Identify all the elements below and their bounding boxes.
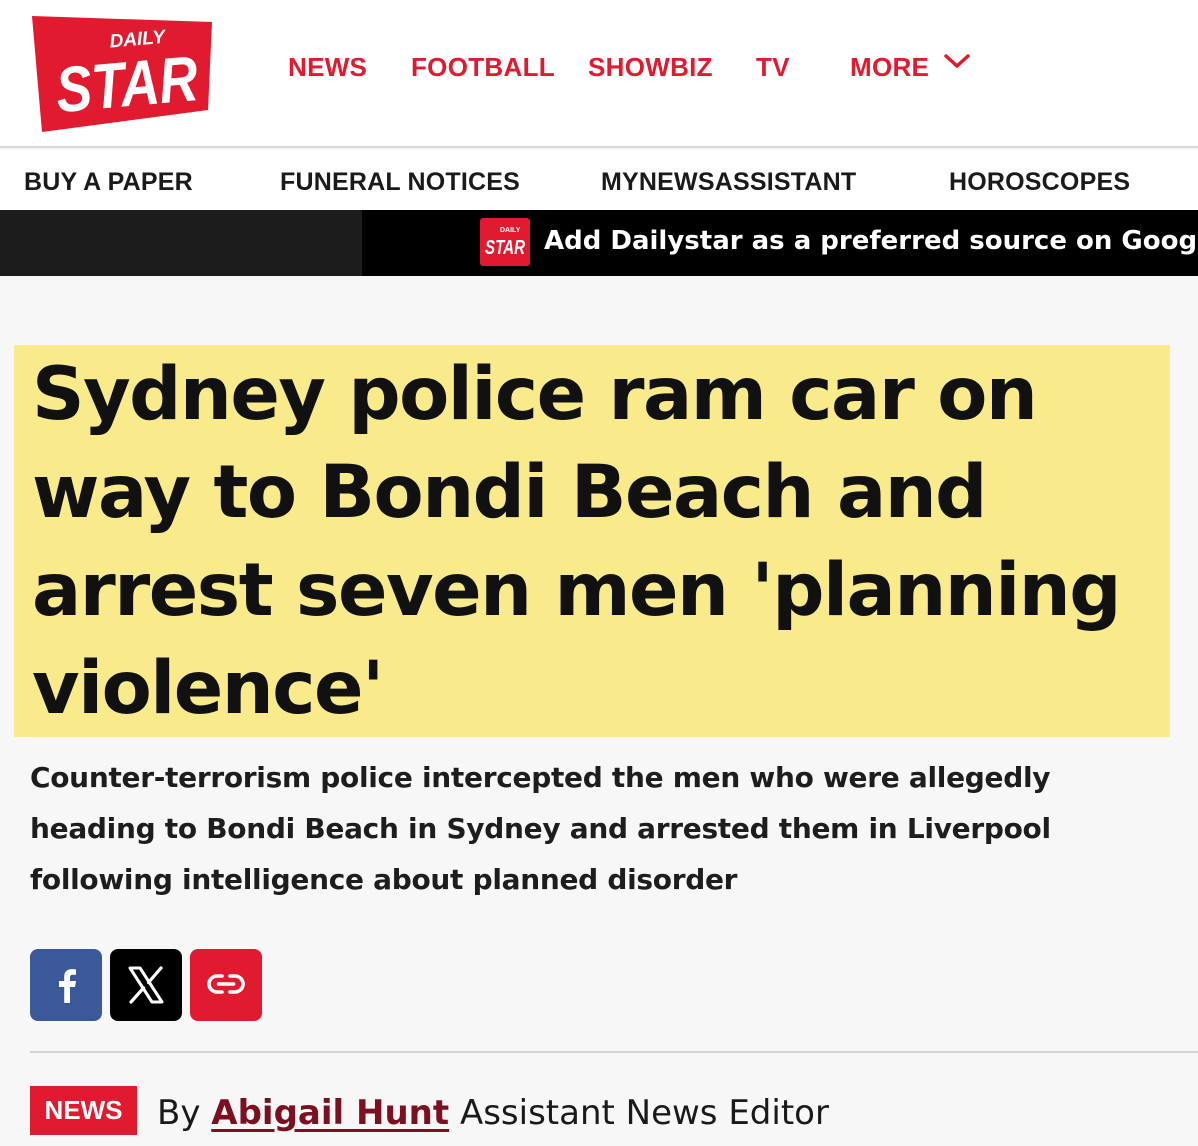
divider — [30, 1051, 1198, 1053]
copy-link-button[interactable] — [190, 949, 262, 1021]
sub-nav-mynewsassistant[interactable]: MYNEWSASSISTANT — [601, 168, 856, 197]
x-icon — [128, 966, 164, 1004]
google-source-link[interactable]: DAILY STAR Add Dailystar as a preferred … — [362, 210, 1198, 276]
banner-logo-small: DAILY — [500, 227, 521, 234]
article-headline: Sydney police ram car on way to Bondi Be… — [32, 352, 1122, 731]
nav-item-football[interactable]: FOOTBALL — [411, 52, 555, 83]
secondary-nav: BUY A PAPER FUNERAL NOTICES MYNEWSASSIST… — [0, 150, 1198, 210]
sub-nav-funeral-notices[interactable]: FUNERAL NOTICES — [280, 168, 520, 197]
byline: By Abigail Hunt Assistant News Editor — [157, 1093, 829, 1133]
nav-item-showbiz[interactable]: SHOWBIZ — [588, 52, 713, 83]
nav-item-more[interactable]: MORE — [850, 52, 929, 83]
sub-nav-buy-a-paper[interactable]: BUY A PAPER — [24, 168, 193, 197]
sub-nav-horoscopes[interactable]: HOROSCOPES — [949, 168, 1130, 197]
nav-item-news[interactable]: NEWS — [288, 52, 367, 83]
site-header: DAILY STAR NEWS FOOTBALL SHOWBIZ TV MORE — [0, 0, 1198, 148]
google-source-banner: DAILY STAR Add Dailystar as a preferred … — [0, 210, 1198, 276]
share-x-button[interactable] — [110, 949, 182, 1021]
section-badge[interactable]: NEWS — [30, 1086, 137, 1135]
main-nav: NEWS FOOTBALL SHOWBIZ TV MORE — [0, 44, 1198, 92]
link-icon — [207, 974, 245, 994]
chevron-down-icon[interactable] — [942, 52, 972, 72]
banner-logo-large: STAR — [485, 237, 525, 259]
banner-logo: DAILY STAR — [480, 218, 530, 266]
share-facebook-button[interactable] — [30, 949, 102, 1021]
author-role: Assistant News Editor — [459, 1093, 829, 1133]
nav-item-tv[interactable]: TV — [756, 52, 790, 83]
byline-prefix: By — [157, 1093, 201, 1133]
article-standfirst: Counter-terrorism police intercepted the… — [30, 761, 1051, 896]
author-link[interactable]: Abigail Hunt — [211, 1093, 449, 1133]
facebook-icon — [59, 969, 76, 1003]
banner-text: Add Dailystar as a preferred source on G… — [544, 226, 1198, 256]
